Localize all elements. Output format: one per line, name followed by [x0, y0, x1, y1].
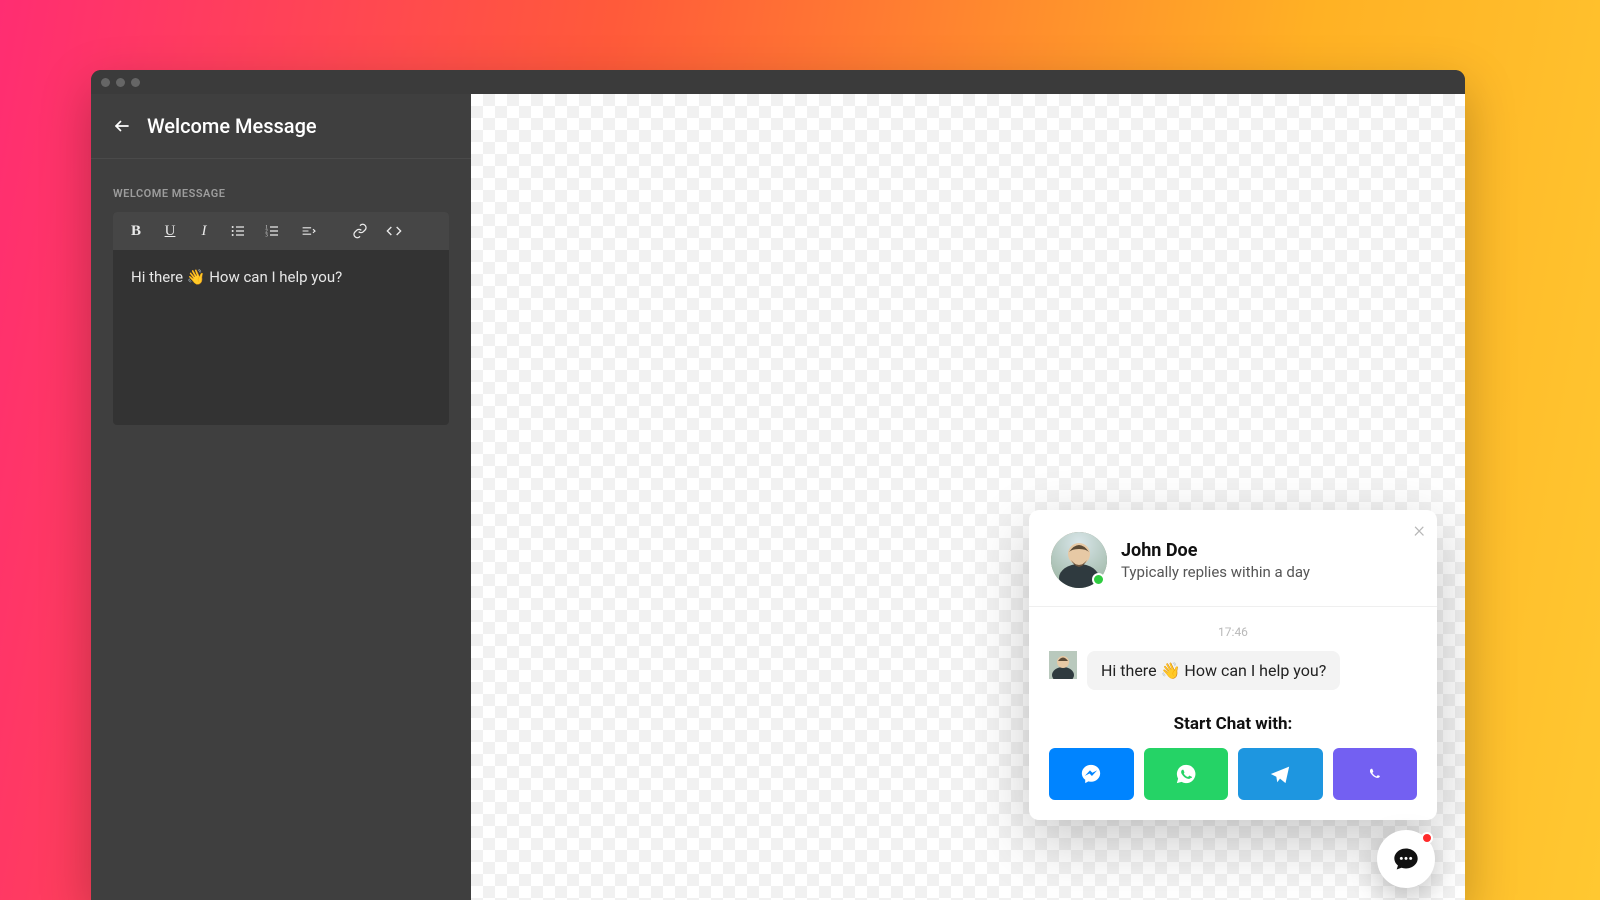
agent-avatar: [1051, 532, 1107, 588]
mini-avatar: [1049, 651, 1077, 679]
numbered-list-button[interactable]: 123: [255, 216, 289, 246]
bold-button[interactable]: B: [119, 216, 153, 246]
message-bubble: Hi there 👋 How can I help you?: [1087, 651, 1340, 690]
back-arrow-icon[interactable]: [113, 117, 131, 135]
message-timestamp: 17:46: [1049, 625, 1417, 639]
whatsapp-icon: [1175, 763, 1197, 785]
messenger-icon: [1080, 763, 1102, 785]
notification-dot: [1421, 832, 1433, 844]
sidebar: Welcome Message WELCOME MESSAGE B U I: [91, 94, 471, 900]
rich-text-editor: B U I 123: [113, 212, 449, 425]
channel-buttons: [1049, 748, 1417, 800]
align-button[interactable]: [289, 216, 329, 246]
window-dot-3: [131, 78, 140, 87]
chat-header: John Doe Typically replies within a day: [1029, 510, 1437, 607]
reply-time-text: Typically replies within a day: [1121, 563, 1310, 581]
section-label: WELCOME MESSAGE: [113, 187, 449, 200]
message-row: Hi there 👋 How can I help you?: [1049, 651, 1417, 690]
italic-button[interactable]: I: [187, 216, 221, 246]
bullet-list-button[interactable]: [221, 216, 255, 246]
underline-button[interactable]: U: [153, 216, 187, 246]
sidebar-header: Welcome Message: [91, 94, 471, 159]
telegram-button[interactable]: [1238, 748, 1323, 800]
chat-launcher-button[interactable]: [1377, 830, 1435, 888]
editor-toolbar: B U I 123: [113, 212, 449, 250]
agent-name: John Doe: [1121, 540, 1310, 561]
page-title: Welcome Message: [147, 114, 317, 138]
close-icon[interactable]: ×: [1413, 520, 1425, 542]
message-input[interactable]: Hi there 👋 How can I help you?: [113, 250, 449, 425]
viber-icon: [1364, 763, 1386, 785]
preview-canvas: ×: [471, 94, 1465, 900]
chat-icon: [1392, 845, 1420, 873]
presence-dot: [1092, 573, 1105, 586]
chat-widget: ×: [1029, 510, 1437, 820]
messenger-button[interactable]: [1049, 748, 1134, 800]
window-titlebar: [91, 70, 1465, 94]
app-window: Welcome Message WELCOME MESSAGE B U I: [91, 70, 1465, 900]
start-chat-label: Start Chat with:: [1049, 714, 1417, 734]
telegram-icon: [1269, 763, 1291, 785]
viber-button[interactable]: [1333, 748, 1418, 800]
window-dot-2: [116, 78, 125, 87]
link-button[interactable]: [343, 216, 377, 246]
code-button[interactable]: [377, 216, 411, 246]
whatsapp-button[interactable]: [1144, 748, 1229, 800]
svg-text:3: 3: [265, 233, 268, 238]
window-dot-1: [101, 78, 110, 87]
